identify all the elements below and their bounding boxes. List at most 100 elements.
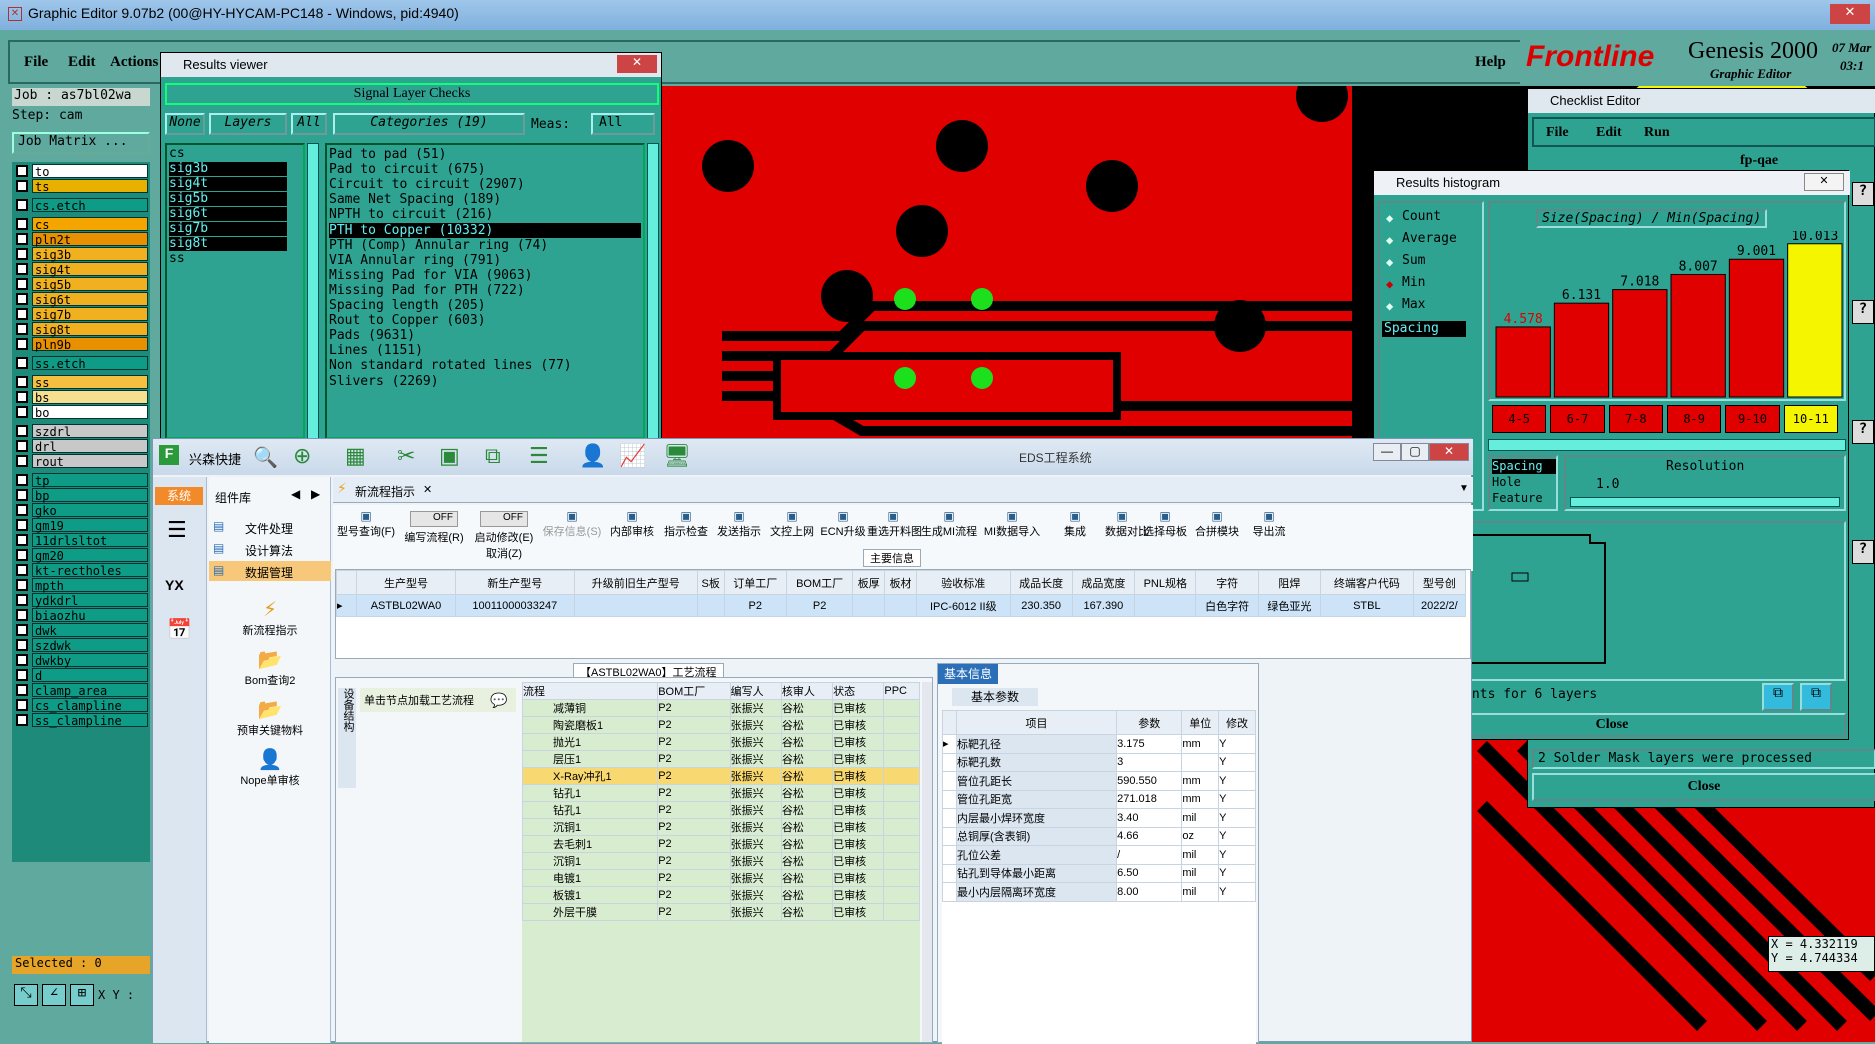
layer-checkbox[interactable] xyxy=(16,489,28,501)
column-header[interactable]: 修改 xyxy=(1218,710,1256,735)
histogram-bar[interactable] xyxy=(1787,243,1843,398)
table-cell[interactable]: 8.00 xyxy=(1116,882,1183,902)
launcher-item[interactable]: 👤 Nope单审核 xyxy=(209,747,331,795)
help-icon[interactable]: ? xyxy=(1852,300,1874,324)
table-row[interactable]: ▸ ASTBL02WA0 10011000033247 P2 P2 IPC-6012 II… xyxy=(336,594,1467,617)
table-cell[interactable]: 已审核 xyxy=(832,767,885,785)
toggle-switch[interactable]: OFF xyxy=(410,511,458,527)
table-cell[interactable]: P2 xyxy=(657,801,731,819)
histogram-bar[interactable] xyxy=(1495,326,1551,398)
table-row[interactable]: 标靶孔数 3 Y xyxy=(942,752,1256,772)
hist-spacing-item[interactable]: Spacing xyxy=(1382,321,1466,337)
layer-row[interactable]: mpth xyxy=(32,578,148,593)
bin-label[interactable]: 4-5 xyxy=(1492,405,1547,433)
column-header[interactable]: BOM工厂 xyxy=(657,682,731,700)
layer-row[interactable]: bo xyxy=(32,405,148,420)
table-cell[interactable]: 谷松 xyxy=(780,716,834,734)
table-cell[interactable]: 管位孔距长 xyxy=(955,771,1118,791)
table-cell[interactable]: 张振兴 xyxy=(729,767,782,785)
bin-label[interactable]: 10-11 xyxy=(1783,405,1838,433)
table-cell[interactable]: 6.50 xyxy=(1116,863,1183,883)
table-cell[interactable]: 孔位公差 xyxy=(955,845,1118,865)
layer-row[interactable]: ss_clampline xyxy=(32,713,148,728)
table-row[interactable]: 去毛刺1 P2 张振兴 谷松 已审核 xyxy=(522,835,920,853)
sys-tab[interactable]: 系统 xyxy=(155,487,203,505)
rv-category-item[interactable]: Pad to circuit (675) xyxy=(329,162,641,177)
table-cell[interactable]: Y xyxy=(1218,734,1256,754)
table-cell[interactable]: oz xyxy=(1181,826,1220,846)
tab-new-flow[interactable]: 新流程指示 xyxy=(355,483,415,500)
ribbon-button[interactable]: ▣ 生成MI流程 xyxy=(919,509,979,567)
layer-row[interactable]: to xyxy=(32,164,148,179)
chart-scrollbar[interactable] xyxy=(1488,439,1846,451)
ribbon-button[interactable]: ▣ 合拼模块 xyxy=(1191,509,1243,567)
table-row[interactable]: 抛光1 P2 张振兴 谷松 已审核 xyxy=(522,733,920,751)
table-cell[interactable]: 最小内层隔离环宽度 xyxy=(955,882,1118,902)
table-cell[interactable]: 谷松 xyxy=(780,818,834,836)
column-header[interactable]: 状态 xyxy=(832,682,885,700)
toggle-switch[interactable]: OFF xyxy=(480,511,528,527)
table-cell[interactable]: 张振兴 xyxy=(729,869,782,887)
table-cell[interactable]: STBL xyxy=(1319,594,1414,617)
table-cell[interactable]: 绿色亚光 xyxy=(1257,594,1321,617)
nav-item[interactable]: ▤ 数据管理 xyxy=(209,561,331,581)
table-cell[interactable]: 张振兴 xyxy=(729,835,782,853)
bin-label[interactable]: 9-10 xyxy=(1725,405,1780,433)
rv-category-item[interactable]: Pad to pad (51) xyxy=(329,147,641,162)
layer-row[interactable]: bs xyxy=(32,390,148,405)
layer-checkbox[interactable] xyxy=(16,165,28,177)
column-header[interactable]: 订单工厂 xyxy=(723,570,787,595)
ribbon-button[interactable]: ▣ 内部审核 xyxy=(605,509,659,567)
layer-row[interactable]: sig6t xyxy=(32,292,148,307)
table-cell[interactable]: 已审核 xyxy=(832,852,885,870)
table-cell[interactable]: 层压1 xyxy=(522,750,659,768)
nav-item[interactable]: ▤ 设计算法 xyxy=(209,539,331,559)
launcher-item[interactable]: ⚡ 新流程指示 xyxy=(209,597,331,645)
table-icon[interactable]: ▦ xyxy=(345,443,366,469)
table-cell[interactable]: 张振兴 xyxy=(729,852,782,870)
launcher-item[interactable]: 📂 Bom查询2 xyxy=(209,647,331,695)
table-cell[interactable]: P2 xyxy=(785,594,854,617)
table-cell[interactable]: 总铜厚(含表铜) xyxy=(955,826,1118,846)
scissors-icon[interactable]: ✂ xyxy=(397,443,415,469)
table-cell[interactable]: 张振兴 xyxy=(729,750,782,768)
table-cell[interactable]: 已审核 xyxy=(832,801,885,819)
table-cell[interactable]: 电镀1 xyxy=(522,869,659,887)
table-row[interactable]: 电镀1 P2 张振兴 谷松 已审核 xyxy=(522,869,920,887)
layer-checkbox[interactable] xyxy=(16,609,28,621)
export-icon[interactable]: ⧉ xyxy=(1800,683,1832,711)
checklist-close-button[interactable]: Close xyxy=(1532,773,1875,801)
layer-row[interactable]: sig5b xyxy=(32,277,148,292)
table-cell[interactable]: P2 xyxy=(657,767,731,785)
ribbon-button[interactable]: ▣ 导出流 xyxy=(1243,509,1295,567)
globe-icon[interactable]: ⊕ xyxy=(293,443,311,469)
table-cell[interactable]: 去毛刺1 xyxy=(522,835,659,853)
table-cell[interactable]: 板镀1 xyxy=(522,886,659,904)
layer-row[interactable]: szdwk xyxy=(32,638,148,653)
none-button[interactable]: None xyxy=(165,113,205,135)
table-row[interactable]: 钻孔1 P2 张振兴 谷松 已审核 xyxy=(522,801,920,819)
table-cell[interactable]: 谷松 xyxy=(780,852,834,870)
column-header[interactable]: 终端客户代码 xyxy=(1319,570,1414,595)
bin-label[interactable]: 7-8 xyxy=(1608,405,1663,433)
categories-button[interactable]: Categories (19) xyxy=(333,113,525,135)
bin-label[interactable]: 6-7 xyxy=(1550,405,1605,433)
table-cell[interactable]: 谷松 xyxy=(780,784,834,802)
table-cell[interactable]: 已审核 xyxy=(832,699,885,717)
hist-option-radio[interactable]: ◆ xyxy=(1386,299,1393,313)
table-cell[interactable]: 3.40 xyxy=(1116,808,1183,828)
rv-category-item[interactable]: NPTH to circuit (216) xyxy=(329,207,641,222)
histogram-bar[interactable] xyxy=(1553,302,1610,398)
table-cell[interactable]: 钻孔1 xyxy=(522,784,659,802)
column-header[interactable]: BOM工厂 xyxy=(785,570,854,595)
table-cell[interactable]: P2 xyxy=(657,784,731,802)
calendar-icon[interactable]: 📅 xyxy=(167,617,192,642)
table-row[interactable]: 总铜厚(含表铜) 4.66 oz Y xyxy=(942,826,1256,846)
layer-view-icon[interactable]: ⧉ xyxy=(1762,683,1794,711)
table-cell[interactable]: 谷松 xyxy=(780,733,834,751)
layer-checkbox[interactable] xyxy=(16,308,28,320)
rv-cat-scrollbar[interactable] xyxy=(647,143,659,439)
histogram-bar[interactable] xyxy=(1670,273,1726,398)
meas-select[interactable]: All xyxy=(591,113,655,135)
table-cell[interactable]: 已审核 xyxy=(832,869,885,887)
